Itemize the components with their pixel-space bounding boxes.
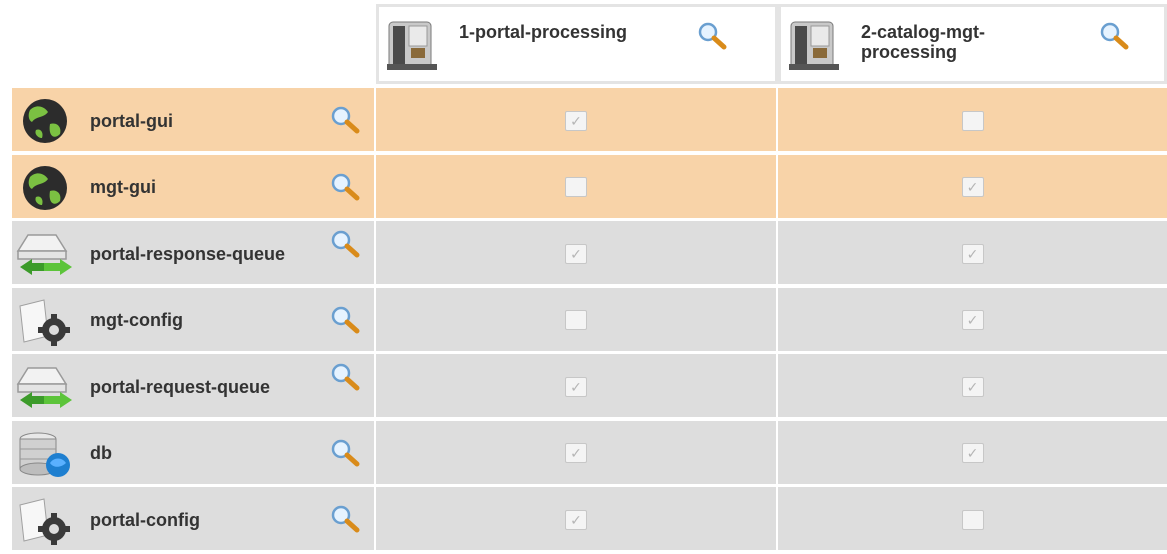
mapping-grid: 1-portal-processing 2-catalog-mgt-proces…: [0, 0, 1167, 554]
mapping-cell: [778, 487, 1167, 552]
row-label: mgt-gui: [90, 177, 156, 197]
row-divider: [12, 151, 1167, 153]
mapping-cell: ✓: [778, 420, 1167, 486]
mapping-cell: [376, 287, 778, 353]
row-label: portal-response-queue: [90, 243, 286, 264]
mapping-cell: ✓: [778, 287, 1167, 353]
mapping-checkbox[interactable]: ✓: [565, 243, 587, 264]
config-gear-icon: [19, 498, 70, 545]
row-name-cell: mgt-gui: [12, 154, 376, 220]
mapping-cell: ✓: [778, 154, 1167, 220]
search-icon[interactable]: [330, 438, 360, 468]
row-divider: [12, 284, 1167, 286]
globe-icon: [23, 165, 67, 210]
row-divider: [12, 550, 1167, 552]
table-row: portal-config ✓: [0, 487, 1167, 552]
mapping-checkbox[interactable]: ✓: [961, 310, 984, 330]
mapping-cell: ✓: [376, 88, 778, 153]
row-name-cell: mgt-config: [12, 287, 376, 353]
mapping-checkbox[interactable]: [961, 509, 984, 530]
search-icon[interactable]: [697, 21, 727, 51]
mapping-checkbox[interactable]: ✓: [961, 243, 984, 264]
row-label: portal-config: [90, 509, 200, 530]
table-row: db ✓ ✓: [0, 420, 1167, 486]
mapping-cell: ✓: [778, 221, 1167, 286]
globe-icon: [23, 99, 67, 143]
row-divider: [12, 217, 1167, 220]
row-divider: [12, 483, 1167, 486]
column-header-2: 2-catalog-mgt-processing: [778, 4, 1167, 84]
mapping-cell: ✓: [376, 354, 778, 419]
column-header-1: 1-portal-processing: [376, 4, 778, 84]
mapping-checkbox[interactable]: ✓: [961, 443, 984, 463]
search-icon[interactable]: [330, 172, 360, 202]
search-icon[interactable]: [330, 362, 360, 392]
queue-arrows-icon: [16, 234, 72, 275]
mapping-checkbox[interactable]: ✓: [565, 376, 587, 397]
config-gear-icon: [19, 298, 70, 346]
row-divider: [12, 350, 1167, 353]
mapping-cell: [778, 88, 1167, 153]
mapping-cell: ✓: [376, 487, 778, 552]
mapping-cell: [376, 154, 778, 220]
row-label: mgt-config: [90, 310, 183, 330]
table-row: mgt-gui ✓: [0, 154, 1167, 220]
search-icon[interactable]: [330, 229, 360, 259]
table-row: portal-response-queue ✓ ✓: [0, 221, 1167, 286]
row-label: portal-request-queue: [90, 376, 271, 397]
mapping-cell: ✓: [376, 420, 778, 486]
database-icon: [19, 432, 70, 477]
mapping-checkbox[interactable]: ✓: [961, 177, 984, 197]
row-name-cell: portal-config: [12, 487, 376, 552]
table-row: portal-request-queue ✓ ✓: [0, 354, 1167, 419]
mapping-checkbox[interactable]: [961, 110, 984, 131]
mapping-checkbox[interactable]: ✓: [961, 376, 984, 397]
mapping-checkbox[interactable]: [565, 177, 587, 197]
search-icon[interactable]: [1099, 21, 1129, 51]
header-corner: [0, 0, 376, 88]
table-row: mgt-config ✓: [0, 287, 1167, 353]
coffee-machine-icon: [789, 21, 839, 70]
search-icon[interactable]: [330, 305, 360, 335]
row-label: db: [90, 443, 112, 463]
mapping-cell: ✓: [778, 354, 1167, 419]
column-title-2: 2-catalog-mgt-processing: [861, 22, 986, 62]
row-divider: [12, 417, 1167, 419]
mapping-checkbox[interactable]: ✓: [565, 509, 587, 530]
queue-arrows-icon: [16, 367, 72, 408]
row-name-cell: portal-gui: [12, 88, 376, 153]
table-row: portal-gui ✓: [0, 88, 1167, 153]
mapping-cell: ✓: [376, 221, 778, 286]
row-name-cell: db: [12, 420, 376, 486]
mapping-checkbox[interactable]: ✓: [565, 443, 587, 463]
mapping-checkbox[interactable]: ✓: [565, 110, 587, 131]
row-name-cell: portal-request-queue: [12, 354, 376, 419]
column-title-1: 1-portal-processing: [459, 22, 628, 42]
coffee-machine-icon: [387, 21, 437, 70]
row-label: portal-gui: [90, 110, 173, 131]
search-icon[interactable]: [330, 105, 360, 135]
search-icon[interactable]: [330, 504, 360, 534]
mapping-checkbox[interactable]: [565, 310, 587, 330]
row-name-cell: portal-response-queue: [12, 221, 376, 286]
